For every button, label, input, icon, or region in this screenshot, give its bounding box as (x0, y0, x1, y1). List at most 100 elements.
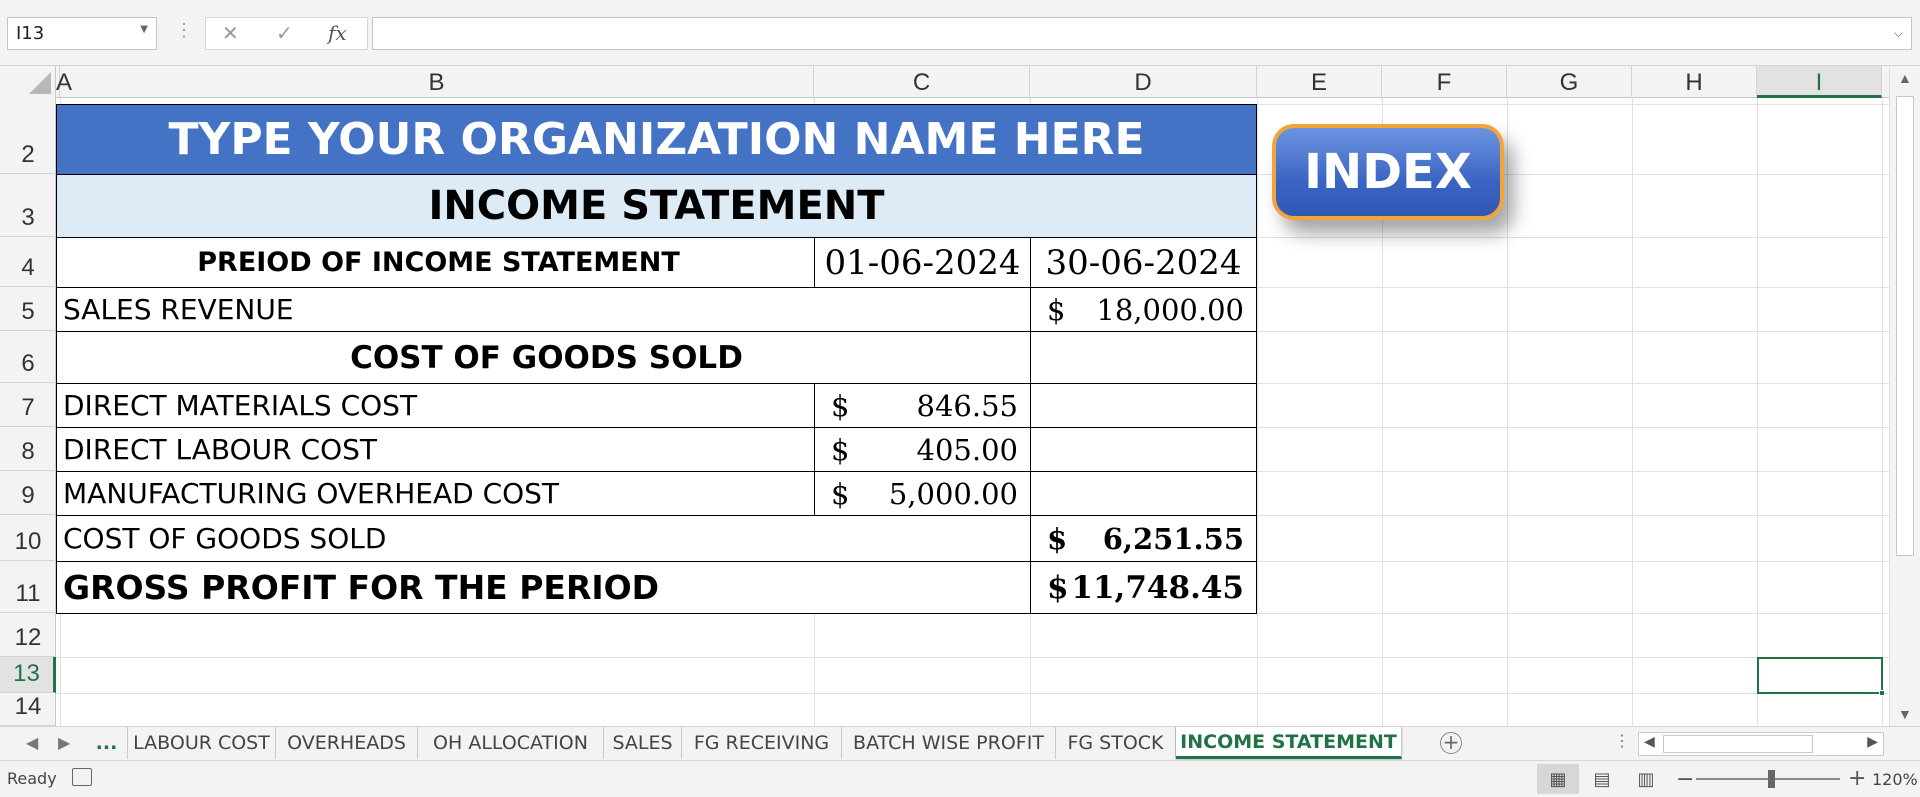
index-button[interactable]: INDEX (1272, 124, 1504, 220)
normal-view-icon[interactable]: ▦ (1537, 764, 1579, 794)
manufacturing-overhead-value: 5,000.00 (888, 476, 1018, 511)
statement-title-cell[interactable]: INCOME STATEMENT (56, 174, 1257, 238)
row-header-5[interactable]: 5 (0, 287, 56, 331)
zoom-slider-thumb[interactable] (1768, 770, 1775, 788)
active-cell-i13[interactable] (1757, 657, 1885, 696)
scroll-right-icon[interactable]: ▶ (1867, 734, 1878, 750)
cogs-header-cell[interactable]: COST OF GOODS SOLD (56, 331, 1031, 384)
excel-window: I13 ▼ ⋮ ✕ ✓ fx ⌵ A B C D E F G H I 2 3 4… (0, 0, 1920, 797)
cogs-total-label-cell[interactable]: COST OF GOODS SOLD (56, 515, 1031, 562)
scroll-left-icon[interactable]: ◀ (1644, 734, 1655, 750)
column-header-b[interactable]: B (60, 66, 814, 98)
sales-revenue-label-cell[interactable]: SALES REVENUE (56, 287, 1031, 332)
empty-cell-d6[interactable] (1030, 331, 1257, 384)
tab-labour-cost[interactable]: LABOUR COST (128, 727, 276, 759)
row-header-9[interactable]: 9 (0, 471, 56, 515)
row-header-10[interactable]: 10 (0, 515, 56, 561)
direct-labour-label-cell[interactable]: DIRECT LABOUR COST (56, 427, 815, 472)
zoom-level[interactable]: 120% (1872, 770, 1918, 789)
name-box[interactable]: I13 ▼ (7, 17, 157, 50)
column-header-g[interactable]: G (1507, 66, 1632, 98)
add-sheet-icon[interactable]: + (1440, 732, 1462, 754)
manufacturing-overhead-label-cell[interactable]: MANUFACTURING OVERHEAD COST (56, 471, 815, 516)
more-sheets-button[interactable]: ... (86, 727, 128, 759)
column-header-c[interactable]: C (814, 66, 1030, 98)
scroll-up-icon[interactable]: ▲ (1898, 70, 1912, 86)
vertical-scroll-thumb[interactable] (1896, 96, 1914, 556)
worksheet-grid[interactable]: TYPE YOUR ORGANIZATION NAME HERE INCOME … (56, 98, 1889, 726)
tab-batch-wise-profit[interactable]: BATCH WISE PROFIT (842, 727, 1056, 759)
tab-oh-allocation[interactable]: OH ALLOCATION (418, 727, 604, 759)
period-label-cell[interactable]: PREIOD OF INCOME STATEMENT (56, 237, 815, 288)
row-header-8[interactable]: 8 (0, 427, 56, 471)
formula-bar-grip-icon[interactable]: ⋮ (175, 20, 193, 41)
status-bar: Ready ▦ ▤ ▥ − + 120% (0, 760, 1920, 797)
direct-labour-amount-cell[interactable]: $ 405.00 (814, 427, 1031, 472)
name-box-dropdown-icon[interactable]: ▼ (140, 24, 148, 35)
currency-symbol: $ (831, 432, 850, 467)
direct-materials-amount-cell[interactable]: $ 846.55 (814, 383, 1031, 428)
tab-overheads[interactable]: OVERHEADS (276, 727, 418, 759)
page-layout-view-icon[interactable]: ▤ (1581, 764, 1623, 794)
empty-cell-d9[interactable] (1030, 471, 1257, 516)
page-break-view-icon[interactable]: ▥ (1625, 764, 1667, 794)
tab-fg-receiving[interactable]: FG RECEIVING (682, 727, 842, 759)
horizontal-scrollbar[interactable]: ◀ ▶ (1638, 732, 1884, 756)
expand-formula-bar-icon[interactable]: ⌵ (1894, 26, 1903, 41)
enter-icon[interactable]: ✓ (276, 21, 293, 46)
currency-symbol: $ (1047, 569, 1069, 606)
formula-bar: I13 ▼ ⋮ ✕ ✓ fx ⌵ (0, 0, 1920, 66)
period-end-cell[interactable]: 30-06-2024 (1030, 237, 1257, 288)
fill-handle[interactable] (1879, 690, 1885, 696)
scroll-down-icon[interactable]: ▼ (1898, 706, 1912, 722)
row-header-14[interactable]: 14 (0, 693, 56, 726)
row-header-12[interactable]: 12 (0, 613, 56, 657)
empty-cell-d8[interactable] (1030, 427, 1257, 472)
sheet-tabs-bar: ◀ ▶ ... LABOUR COST OVERHEADS OH ALLOCAT… (0, 726, 1920, 760)
prev-sheet-icon[interactable]: ◀ (26, 733, 38, 752)
column-header-h[interactable]: H (1632, 66, 1757, 98)
tab-fg-stock[interactable]: FG STOCK (1056, 727, 1176, 759)
gross-profit-value: 11,748.45 (1071, 569, 1244, 606)
column-header-i[interactable]: I (1757, 66, 1882, 98)
zoom-in-icon[interactable]: + (1848, 766, 1866, 791)
tab-sales[interactable]: SALES (604, 727, 682, 759)
macro-record-icon[interactable] (72, 768, 92, 786)
row-header-13[interactable]: 13 (0, 657, 56, 693)
vertical-scrollbar[interactable]: ▲ ▼ (1889, 66, 1920, 726)
gross-profit-label-cell[interactable]: GROSS PROFIT FOR THE PERIOD (56, 561, 1031, 614)
sales-revenue-amount-cell[interactable]: $ 18,000.00 (1030, 287, 1257, 332)
row-header-2[interactable]: 2 (0, 104, 56, 174)
gross-profit-amount-cell[interactable]: $ 11,748.45 (1030, 561, 1257, 614)
zoom-out-icon[interactable]: − (1676, 767, 1694, 792)
currency-symbol: $ (1047, 292, 1066, 327)
organization-name-cell[interactable]: TYPE YOUR ORGANIZATION NAME HERE (56, 104, 1257, 175)
insert-function-icon[interactable]: fx (328, 21, 347, 45)
column-header-f[interactable]: F (1382, 66, 1507, 98)
select-all-button[interactable] (0, 66, 56, 98)
tab-income-statement[interactable]: INCOME STATEMENT (1176, 727, 1402, 759)
row-header-6[interactable]: 6 (0, 331, 56, 383)
column-header-e[interactable]: E (1257, 66, 1382, 98)
empty-cell-d7[interactable] (1030, 383, 1257, 428)
row-header-11[interactable]: 11 (0, 561, 56, 613)
next-sheet-icon[interactable]: ▶ (58, 733, 70, 752)
column-header-d[interactable]: D (1030, 66, 1257, 98)
formula-input[interactable]: ⌵ (372, 17, 1912, 50)
cancel-icon[interactable]: ✕ (222, 21, 239, 46)
formula-buttons: ✕ ✓ fx (205, 17, 368, 50)
cogs-total-value: 6,251.55 (1102, 521, 1244, 556)
direct-materials-label-cell[interactable]: DIRECT MATERIALS COST (56, 383, 815, 428)
tab-split-grip-icon[interactable]: ⋮ (1614, 731, 1630, 750)
currency-symbol: $ (1047, 521, 1068, 556)
row-header-3[interactable]: 3 (0, 174, 56, 237)
horizontal-scroll-thumb[interactable] (1663, 735, 1813, 753)
status-ready: Ready (7, 769, 57, 788)
cogs-total-amount-cell[interactable]: $ 6,251.55 (1030, 515, 1257, 562)
manufacturing-overhead-amount-cell[interactable]: $ 5,000.00 (814, 471, 1031, 516)
period-start-cell[interactable]: 01-06-2024 (814, 237, 1031, 288)
currency-symbol: $ (831, 388, 850, 423)
row-header-7[interactable]: 7 (0, 383, 56, 427)
row-header-4[interactable]: 4 (0, 237, 56, 287)
currency-symbol: $ (831, 476, 850, 511)
